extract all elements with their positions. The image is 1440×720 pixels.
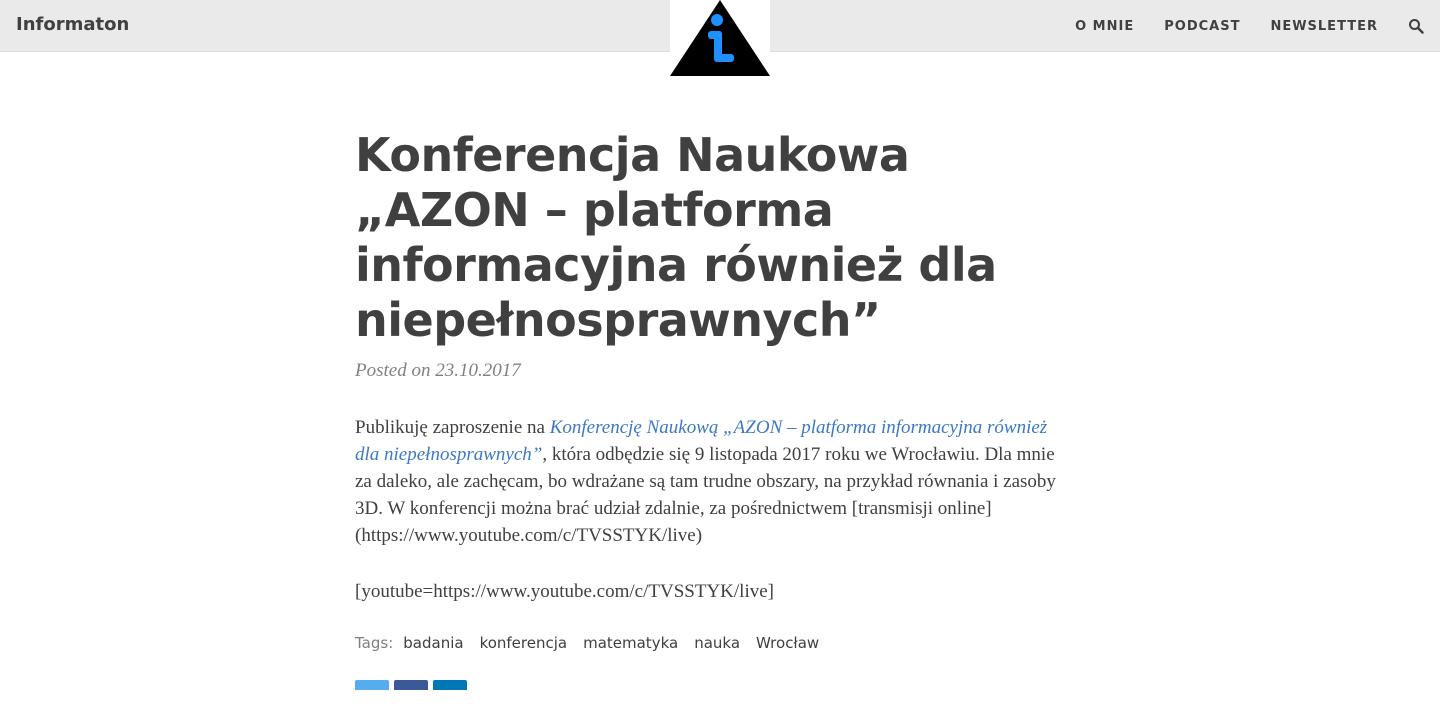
tag-link[interactable]: Wrocław — [756, 634, 819, 652]
tag-link[interactable]: nauka — [694, 634, 740, 652]
share-buttons — [355, 680, 1075, 690]
facebook-share-button[interactable] — [394, 680, 428, 690]
linkedin-share-button[interactable] — [433, 680, 467, 690]
post-title: Konferencja Naukowa „AZON – platforma in… — [355, 128, 997, 347]
site-brand[interactable]: Informaton — [16, 14, 129, 35]
youtube-embed-text: [youtube=https://www.youtube.com/c/TVSST… — [355, 581, 774, 602]
post-paragraph: Publikuję zaproszenie na Konferencję Nau… — [355, 414, 1075, 549]
post-intro: Publikuję zaproszenie na — [355, 417, 550, 438]
tags: Tags: badania konferencja matematyka nau… — [355, 634, 1075, 652]
tag-link[interactable]: konferencja — [480, 634, 568, 652]
post: Konferencja Naukowa „AZON – platforma in… — [355, 128, 1075, 690]
twitter-share-button[interactable] — [355, 680, 389, 690]
nav-item-podcast[interactable]: PODCAST — [1164, 19, 1240, 34]
nav-links: O MNIE PODCAST NEWSLETTER — [1045, 0, 1424, 52]
tags-label: Tags: — [355, 634, 394, 652]
nav-item-o-mnie[interactable]: O MNIE — [1075, 19, 1134, 34]
post-meta: Posted on 23.10.2017 — [355, 360, 521, 381]
search-icon[interactable] — [1408, 18, 1424, 34]
site-logo[interactable] — [670, 0, 770, 76]
nav-item-newsletter[interactable]: NEWSLETTER — [1270, 19, 1378, 34]
post-body: Publikuję zaproszenie na Konferencję Nau… — [355, 414, 1075, 605]
tag-link[interactable]: matematyka — [583, 634, 678, 652]
tag-link[interactable]: badania — [403, 634, 463, 652]
